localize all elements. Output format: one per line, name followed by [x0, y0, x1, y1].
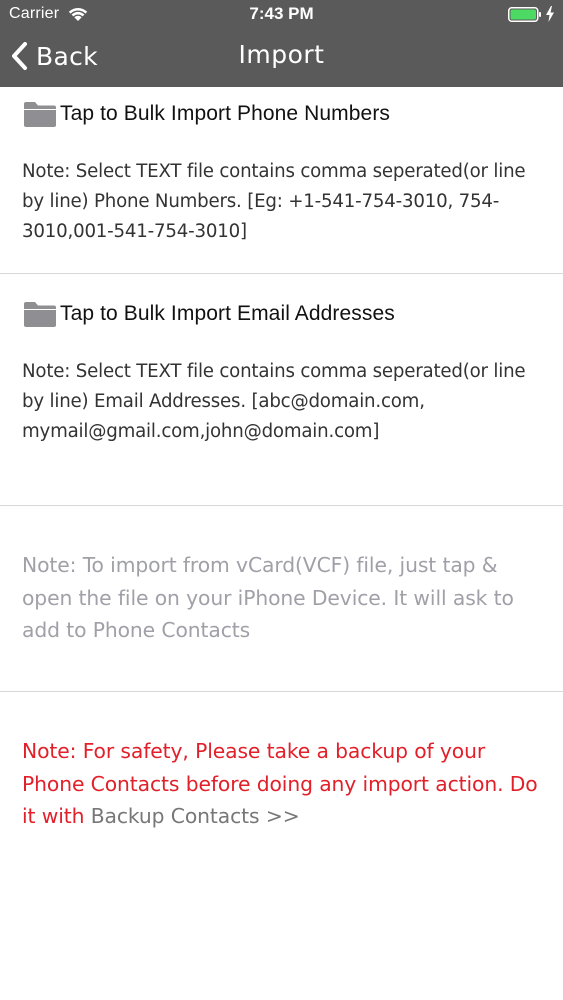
email-import-section: Tap to Bulk Import Email Addresses Note:… — [0, 274, 563, 506]
vcard-import-note: Note: To import from vCard(VCF) file, ju… — [22, 553, 514, 642]
import-phone-numbers-button[interactable]: Tap to Bulk Import Phone Numbers — [22, 99, 390, 129]
folder-icon — [24, 302, 56, 327]
page-title: Import — [238, 40, 325, 69]
divider — [0, 691, 563, 692]
import-email-addresses-button[interactable]: Tap to Bulk Import Email Addresses — [22, 299, 395, 329]
navigation-bar: Carrier 7:43 PM Back Import — [0, 0, 563, 87]
status-time: 7:43 PM — [249, 4, 314, 23]
backup-contacts-link[interactable]: Backup Contacts >> — [91, 804, 300, 828]
email-import-note: Note: Select TEXT file contains comma se… — [22, 361, 526, 442]
phone-import-section: Tap to Bulk Import Phone Numbers Note: S… — [0, 87, 563, 274]
phone-import-note: Note: Select TEXT file contains comma se… — [22, 161, 526, 242]
battery-icon — [508, 7, 541, 22]
safety-note: Note: For safety, Please take a backup o… — [22, 735, 552, 833]
charging-bolt-icon — [546, 6, 554, 22]
divider — [0, 505, 563, 506]
status-bar: Carrier 7:43 PM — [0, 0, 563, 30]
import-phone-numbers-label: Tap to Bulk Import Phone Numbers — [60, 102, 391, 125]
import-email-addresses-label: Tap to Bulk Import Email Addresses — [60, 302, 395, 325]
folder-icon — [24, 102, 56, 127]
